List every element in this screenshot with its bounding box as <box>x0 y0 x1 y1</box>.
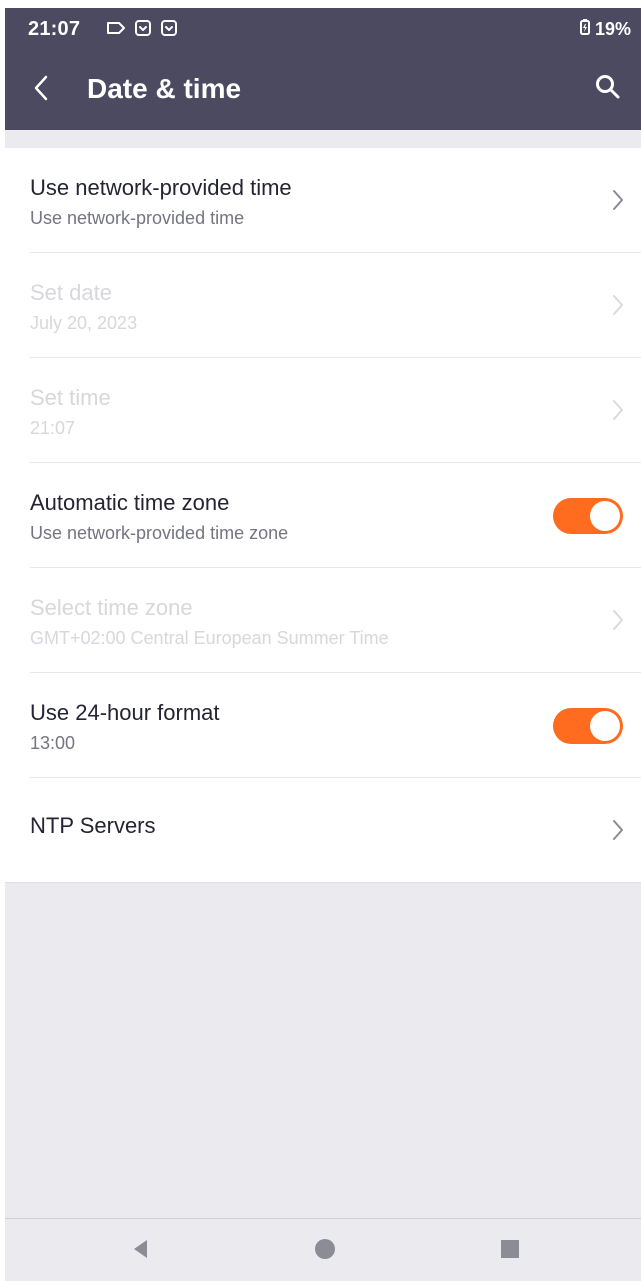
setting-title: Use 24-hour format <box>30 700 220 725</box>
notification-box-icon-2 <box>160 19 178 37</box>
back-arrow-icon <box>31 73 51 108</box>
setting-title: Select time zone <box>30 595 193 620</box>
setting-subtitle: 13:00 <box>30 733 76 753</box>
setting-use-24-hour-format[interactable]: Use 24-hour format 13:00 <box>30 673 641 778</box>
setting-ntp-servers[interactable]: NTP Servers <box>30 778 641 882</box>
battery-icon <box>579 18 591 41</box>
date-time-settings-screen: 21:07 19% Date & time Use network-provid… <box>0 0 641 1281</box>
chevron-right-icon <box>613 400 623 420</box>
setting-subtitle: Use network-provided time zone <box>30 523 289 543</box>
nav-home-icon <box>313 1237 337 1266</box>
battery-status: 19% <box>579 18 631 41</box>
cast-outline-icon <box>106 21 126 35</box>
top-spacing <box>5 130 641 148</box>
nav-home-button[interactable] <box>312 1238 338 1264</box>
chevron-right-icon <box>613 820 623 840</box>
status-notification-icons <box>106 19 178 37</box>
setting-select-time-zone: Select time zone GMT+02:00 Central Europ… <box>30 568 641 673</box>
nav-back-icon <box>128 1237 152 1266</box>
status-bar: 21:07 19% <box>5 8 641 52</box>
page-title: Date & time <box>87 73 242 104</box>
settings-content: Use network-provided time Use network-pr… <box>5 130 641 1218</box>
setting-use-network-provided-time[interactable]: Use network-provided time Use network-pr… <box>30 148 641 253</box>
setting-subtitle: July 20, 2023 <box>30 313 138 333</box>
back-button[interactable] <box>25 70 57 110</box>
chevron-right-icon <box>613 610 623 630</box>
setting-title: NTP Servers <box>30 813 156 838</box>
automatic-time-zone-toggle[interactable] <box>553 498 623 534</box>
search-button[interactable] <box>591 72 625 106</box>
notification-box-icon <box>134 19 152 37</box>
nav-recents-button[interactable] <box>497 1238 523 1264</box>
setting-automatic-time-zone[interactable]: Automatic time zone Use network-provided… <box>30 463 641 568</box>
search-icon <box>594 73 622 106</box>
setting-set-date: Set date July 20, 2023 <box>30 253 641 358</box>
toggle-knob <box>590 711 620 741</box>
battery-percentage: 19% <box>594 19 631 39</box>
chevron-right-icon <box>613 190 623 210</box>
setting-subtitle: GMT+02:00 Central European Summer Time <box>30 628 389 648</box>
use-24-hour-format-toggle[interactable] <box>553 708 623 744</box>
setting-title: Set time <box>30 385 111 410</box>
nav-recents-icon <box>498 1237 522 1266</box>
app-bar: Date & time <box>5 52 641 130</box>
chevron-right-icon <box>613 295 623 315</box>
setting-set-time: Set time 21:07 <box>30 358 641 463</box>
status-time: 21:07 <box>28 18 81 40</box>
setting-subtitle: 21:07 <box>30 418 76 438</box>
system-navigation-bar <box>5 1218 641 1281</box>
setting-title: Use network-provided time <box>30 175 292 200</box>
setting-title: Automatic time zone <box>30 490 230 515</box>
setting-title: Set date <box>30 280 112 305</box>
toggle-knob <box>590 501 620 531</box>
settings-list: Use network-provided time Use network-pr… <box>5 148 641 883</box>
setting-subtitle: Use network-provided time <box>30 208 245 228</box>
nav-back-button[interactable] <box>127 1238 153 1264</box>
